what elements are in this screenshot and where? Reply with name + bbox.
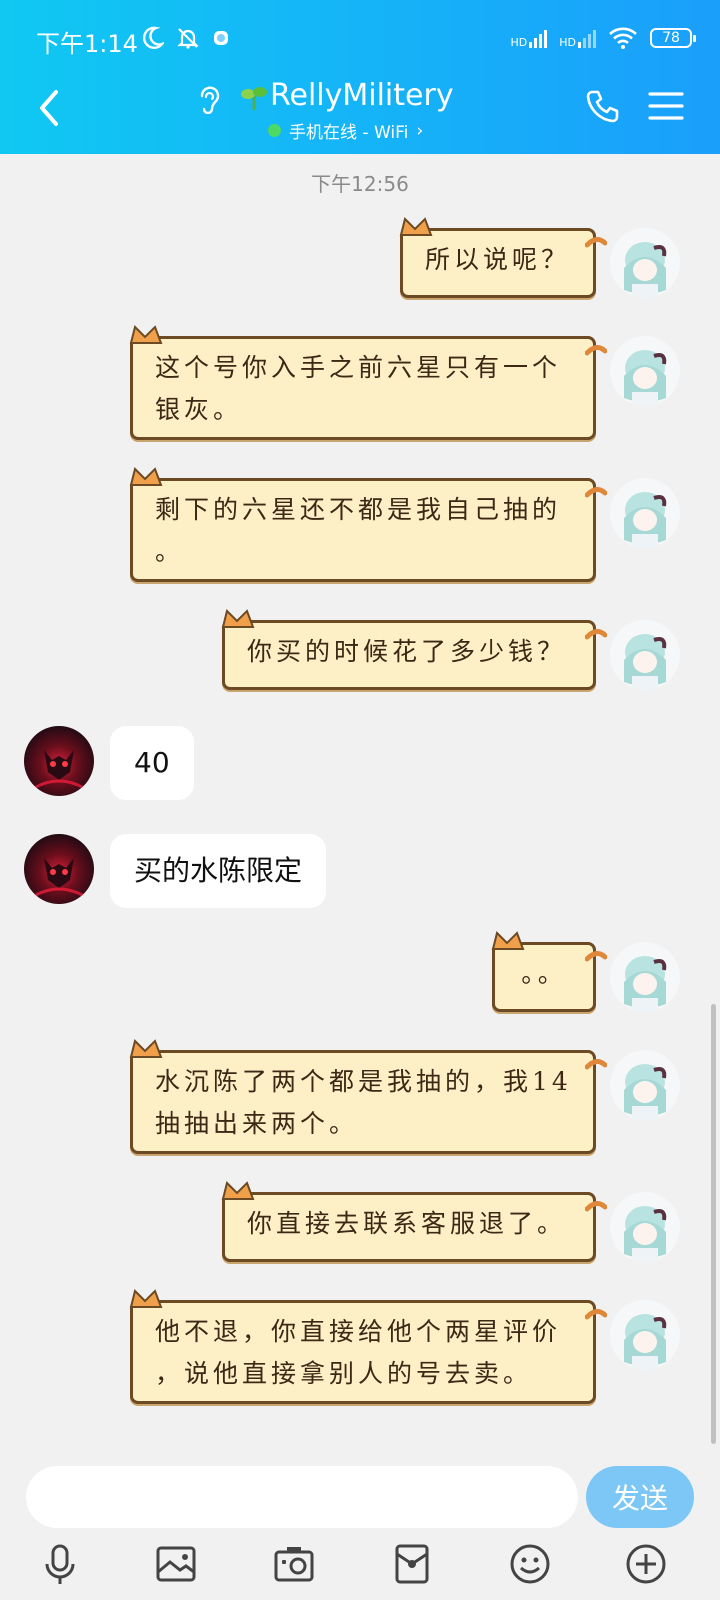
cat-ears-icon — [129, 467, 163, 486]
cat-tail-icon — [585, 951, 607, 962]
status-icons-left — [142, 26, 230, 50]
my-avatar[interactable] — [610, 336, 680, 406]
phone-button[interactable] — [585, 88, 621, 124]
outgoing-message[interactable]: 剩下的六星还不都是我自己抽的 。 — [129, 467, 607, 582]
outgoing-message[interactable]: 他不退，你直接给他个两星评价 ，说他直接拿别人的号去卖。 — [129, 1289, 607, 1404]
image-icon[interactable] — [154, 1542, 198, 1586]
red-packet-icon[interactable] — [390, 1542, 434, 1586]
contact-name[interactable]: RellyMilitery — [270, 78, 454, 113]
message-line: 这个号你入手之前六星只有一个 — [155, 353, 562, 382]
cat-ears-icon — [129, 1289, 163, 1308]
online-status-row[interactable]: 手机在线 - WiFi › — [268, 118, 423, 143]
my-avatar[interactable] — [610, 620, 680, 690]
message-line: ，说他直接拿别人的号去卖。 — [155, 1359, 533, 1388]
sprout-icon — [241, 87, 267, 110]
incoming-message[interactable]: 40 — [110, 726, 194, 800]
top-bar: 下午1:14 HD HD 78 RellyMilitery 手机在线 - WiF… — [0, 0, 720, 154]
outgoing-message[interactable]: 。。 — [491, 931, 607, 1012]
my-avatar[interactable] — [610, 942, 680, 1012]
wifi-icon — [609, 27, 637, 49]
cat-tail-icon — [585, 1201, 607, 1212]
cat-ears-icon — [221, 1181, 255, 1200]
signal-2-label: HD — [559, 36, 576, 49]
my-avatar[interactable] — [610, 1192, 680, 1262]
message-line: 剩下的六星还不都是我自己抽的 — [155, 495, 562, 524]
incoming-message[interactable]: 买的水陈限定 — [110, 834, 327, 908]
my-avatar[interactable] — [610, 478, 680, 548]
microphone-icon[interactable] — [38, 1542, 82, 1586]
status-time: 下午1:14 — [36, 30, 138, 58]
outgoing-message[interactable]: 你买的时候花了多少钱？ — [221, 609, 607, 690]
plus-icon[interactable] — [624, 1542, 668, 1586]
status-icons-right: HD HD 78 — [511, 26, 696, 50]
cat-tail-icon — [585, 345, 607, 356]
cat-tail-icon — [585, 629, 607, 640]
bell-off-icon — [177, 28, 199, 49]
signal-1: HD — [511, 28, 548, 48]
chevron-right-icon: › — [416, 120, 424, 141]
outgoing-message[interactable]: 水沉陈了两个都是我抽的，我14 抽抽出来两个。 — [129, 1039, 607, 1154]
menu-button[interactable] — [648, 90, 684, 122]
signal-bars-icon — [529, 28, 548, 48]
message-input[interactable] — [26, 1466, 578, 1528]
cat-tail-icon — [585, 487, 607, 498]
online-dot-icon — [268, 124, 281, 137]
signal-bars-icon — [578, 28, 596, 48]
signal-2: HD — [559, 28, 596, 48]
message-line: 水沉陈了两个都是我抽的，我14 — [155, 1067, 572, 1096]
message-line: 你直接去联系客服退了。 — [247, 1209, 567, 1238]
cat-ears-icon — [491, 931, 525, 950]
contact-avatar[interactable] — [24, 726, 94, 796]
outgoing-message[interactable]: 所以说呢？ — [399, 217, 607, 298]
my-avatar[interactable] — [610, 1300, 680, 1370]
moon-icon — [142, 26, 164, 49]
ear-icon[interactable] — [196, 84, 222, 114]
battery-indicator: 78 — [650, 28, 696, 48]
signal-1-label: HD — [510, 36, 528, 49]
camera-icon[interactable] — [272, 1542, 316, 1586]
emoji-icon[interactable] — [508, 1542, 552, 1586]
online-status: 手机在线 - WiFi — [289, 123, 409, 143]
send-button[interactable]: 发送 — [586, 1466, 694, 1528]
cat-ears-icon — [399, 217, 433, 236]
back-button[interactable] — [30, 86, 66, 130]
message-line: 你买的时候花了多少钱？ — [247, 637, 567, 666]
cat-ears-icon — [221, 609, 255, 628]
cat-ears-icon — [129, 325, 163, 344]
chat-timestamp: 下午12:56 — [311, 172, 409, 196]
message-line: 抽抽出来两个。 — [155, 1109, 359, 1138]
my-avatar[interactable] — [610, 228, 680, 298]
cat-ears-icon — [129, 1039, 163, 1058]
cat-tail-icon — [585, 1309, 607, 1320]
message-line: 。 — [155, 537, 185, 566]
notification-dot-icon — [214, 31, 228, 45]
cat-tail-icon — [585, 1059, 607, 1070]
message-line: 。。 — [521, 959, 567, 988]
message-line: 他不退，你直接给他个两星评价 — [155, 1317, 562, 1346]
cat-tail-icon — [585, 237, 607, 248]
message-line: 银灰。 — [155, 395, 243, 424]
chat-scrollbar[interactable] — [711, 1004, 716, 1444]
message-line: 所以说呢？ — [425, 245, 571, 274]
my-avatar[interactable] — [610, 1050, 680, 1120]
contact-avatar[interactable] — [24, 834, 94, 904]
outgoing-message[interactable]: 你直接去联系客服退了。 — [221, 1181, 607, 1262]
outgoing-message[interactable]: 这个号你入手之前六星只有一个 银灰。 — [129, 325, 607, 440]
